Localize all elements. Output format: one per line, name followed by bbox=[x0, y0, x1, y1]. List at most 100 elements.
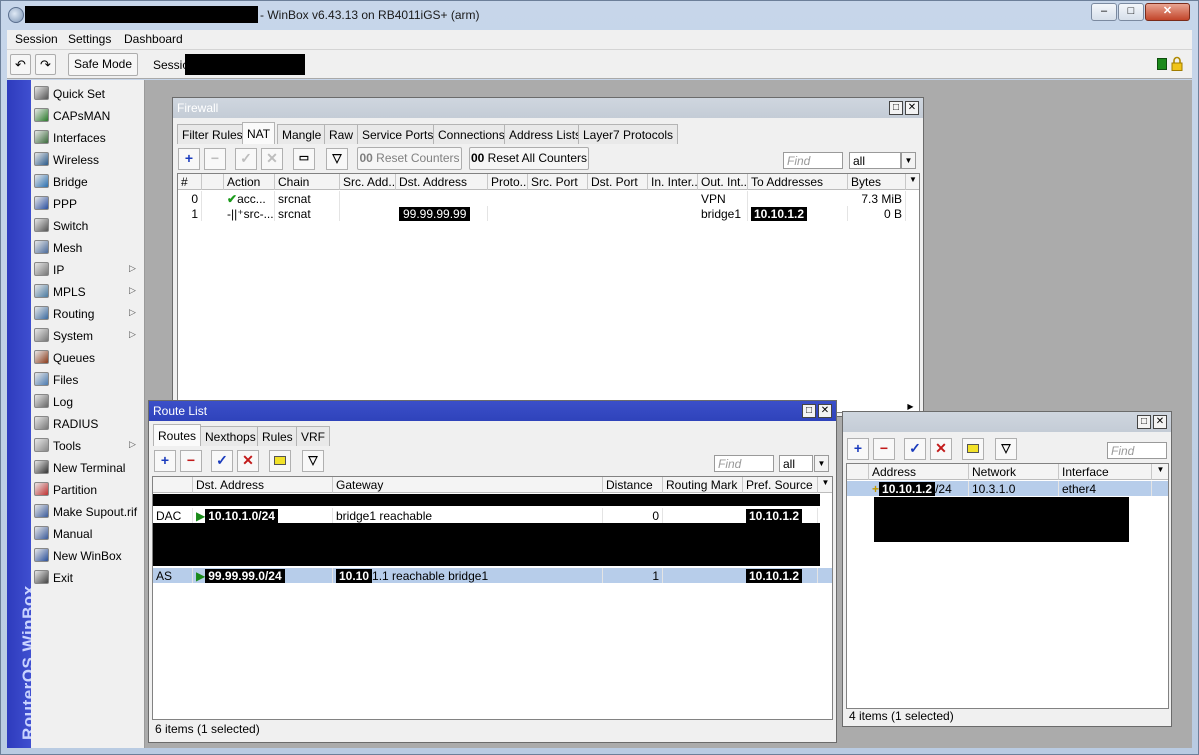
sidebar-item-capsman[interactable]: CAPsMAN bbox=[31, 104, 144, 126]
remove-address-button[interactable]: − bbox=[873, 438, 895, 460]
sidebar-item-manual[interactable]: Manual bbox=[31, 522, 144, 544]
routes-maximize-button[interactable]: □ bbox=[802, 404, 816, 418]
col-flags[interactable] bbox=[202, 174, 224, 190]
sidebar-item-make-supout-rif[interactable]: Make Supout.rif bbox=[31, 500, 144, 522]
tab-connections[interactable]: Connections bbox=[433, 124, 510, 144]
add-route-button[interactable]: + bbox=[154, 450, 176, 472]
tab-nexthops[interactable]: Nexthops bbox=[200, 426, 261, 446]
address-close-button[interactable]: ✕ bbox=[1153, 415, 1167, 429]
reset-all-counters-button[interactable]: 00 Reset All Counters bbox=[469, 147, 589, 170]
minimize-button[interactable]: – bbox=[1091, 3, 1117, 21]
sidebar-item-radius[interactable]: RADIUS bbox=[31, 412, 144, 434]
col-pref-source[interactable]: Pref. Source bbox=[743, 477, 818, 493]
firewall-maximize-button[interactable]: □ bbox=[889, 101, 903, 115]
col-dst-address[interactable]: Dst. Address bbox=[193, 477, 333, 493]
filter-button[interactable]: ▽ bbox=[326, 148, 348, 170]
firewall-find-input[interactable]: Find bbox=[783, 152, 843, 169]
firewall-filter-dropdown-icon[interactable]: ▼ bbox=[901, 152, 916, 169]
redo-button[interactable]: ↷ bbox=[35, 54, 56, 75]
sidebar-item-quick-set[interactable]: Quick Set bbox=[31, 82, 144, 104]
table-row[interactable]: 0 ✔acc... srcnat VPN 7.3 MiB bbox=[178, 191, 919, 206]
sidebar-item-new-terminal[interactable]: New Terminal bbox=[31, 456, 144, 478]
col-address[interactable]: Address bbox=[869, 464, 969, 480]
columns-dropdown-icon[interactable]: ▼ bbox=[906, 174, 919, 190]
route-columns-dropdown-icon[interactable]: ▼ bbox=[818, 477, 832, 493]
sidebar-item-system[interactable]: System ▷ bbox=[31, 324, 144, 346]
route-find-input[interactable]: Find bbox=[714, 455, 774, 472]
sidebar-item-tools[interactable]: Tools ▷ bbox=[31, 434, 144, 456]
address-columns-dropdown-icon[interactable]: ▼ bbox=[1152, 464, 1168, 480]
col-chain[interactable]: Chain bbox=[275, 174, 340, 190]
close-button[interactable]: ✕ bbox=[1145, 3, 1190, 21]
sidebar-item-partition[interactable]: Partition bbox=[31, 478, 144, 500]
address-find-input[interactable]: Find bbox=[1107, 442, 1167, 459]
menu-session[interactable]: Session bbox=[15, 32, 58, 46]
sidebar-item-ip[interactable]: IP ▷ bbox=[31, 258, 144, 280]
safe-mode-button[interactable]: Safe Mode bbox=[68, 53, 138, 76]
tab-routes[interactable]: Routes bbox=[153, 424, 202, 446]
col-dst-port[interactable]: Dst. Port bbox=[588, 174, 648, 190]
col-distance[interactable]: Distance bbox=[603, 477, 663, 493]
col-in-interface[interactable]: In. Inter... bbox=[648, 174, 698, 190]
address-filter-button[interactable]: ▽ bbox=[995, 438, 1017, 460]
tab-vrf[interactable]: VRF bbox=[296, 426, 330, 446]
menu-settings[interactable]: Settings bbox=[68, 32, 111, 46]
sidebar-item-ppp[interactable]: PPP bbox=[31, 192, 144, 214]
undo-button[interactable]: ↶ bbox=[10, 54, 31, 75]
tab-raw[interactable]: Raw bbox=[324, 124, 359, 144]
sidebar-item-exit[interactable]: Exit bbox=[31, 566, 144, 588]
route-filter-dropdown-icon[interactable]: ▼ bbox=[814, 455, 829, 472]
disable-rule-button[interactable]: ✕ bbox=[261, 148, 283, 170]
route-filter-button[interactable]: ▽ bbox=[302, 450, 324, 472]
tab-rules[interactable]: Rules bbox=[257, 426, 298, 446]
col-out-interface[interactable]: Out. Int... bbox=[698, 174, 748, 190]
tab-nat[interactable]: NAT bbox=[242, 122, 276, 144]
col-routing-mark[interactable]: Routing Mark bbox=[663, 477, 743, 493]
add-rule-button[interactable]: + bbox=[178, 148, 200, 170]
sidebar-item-log[interactable]: Log bbox=[31, 390, 144, 412]
menu-dashboard[interactable]: Dashboard bbox=[124, 32, 183, 46]
tab-service-ports[interactable]: Service Ports bbox=[357, 124, 439, 144]
routes-close-button[interactable]: ✕ bbox=[818, 404, 832, 418]
sidebar-item-interfaces[interactable]: Interfaces bbox=[31, 126, 144, 148]
tab-filter-rules[interactable]: Filter Rules bbox=[177, 124, 248, 144]
route-filter-select[interactable]: all bbox=[779, 455, 813, 472]
sidebar-item-files[interactable]: Files bbox=[31, 368, 144, 390]
table-row[interactable]: +10.10.1.2/24 10.3.1.0 ether4 bbox=[847, 481, 1168, 496]
col-flags[interactable] bbox=[153, 477, 193, 493]
col-flags[interactable] bbox=[847, 464, 869, 480]
firewall-close-button[interactable]: ✕ bbox=[905, 101, 919, 115]
remove-rule-button[interactable]: − bbox=[204, 148, 226, 170]
tab-mangle[interactable]: Mangle bbox=[277, 124, 327, 144]
col-interface[interactable]: Interface bbox=[1059, 464, 1152, 480]
sidebar-item-bridge[interactable]: Bridge bbox=[31, 170, 144, 192]
firewall-filter-select[interactable]: all bbox=[849, 152, 901, 169]
enable-rule-button[interactable]: ✓ bbox=[235, 148, 257, 170]
route-comment-button[interactable] bbox=[269, 450, 291, 472]
table-row[interactable]: AS ▶ 99.99.99.0/24 10.10 1.1 reachable bri… bbox=[153, 568, 832, 583]
col-gateway[interactable]: Gateway bbox=[333, 477, 603, 493]
col-bytes[interactable]: Bytes bbox=[848, 174, 906, 190]
sidebar-item-routing[interactable]: Routing ▷ bbox=[31, 302, 144, 324]
col-dst-address[interactable]: Dst. Address bbox=[396, 174, 488, 190]
col-action[interactable]: Action bbox=[224, 174, 275, 190]
comment-button[interactable]: ▭ bbox=[293, 148, 315, 170]
maximize-button[interactable]: □ bbox=[1118, 3, 1144, 21]
sidebar-item-mesh[interactable]: Mesh bbox=[31, 236, 144, 258]
table-row[interactable]: DAC ▶ 10.10.1.0/24 bridge1 reachable 0 10… bbox=[153, 508, 832, 523]
disable-address-button[interactable]: ✕ bbox=[930, 438, 952, 460]
sidebar-item-switch[interactable]: Switch bbox=[31, 214, 144, 236]
remove-route-button[interactable]: − bbox=[180, 450, 202, 472]
col-src-port[interactable]: Src. Port bbox=[528, 174, 588, 190]
disable-route-button[interactable]: ✕ bbox=[237, 450, 259, 472]
col-network[interactable]: Network bbox=[969, 464, 1059, 480]
sidebar-item-queues[interactable]: Queues bbox=[31, 346, 144, 368]
add-address-button[interactable]: + bbox=[847, 438, 869, 460]
table-row[interactable]: 1 -||⁺src-... srcnat 99.99.99.99 bridge1… bbox=[178, 206, 919, 221]
tab-layer7-protocols[interactable]: Layer7 Protocols bbox=[578, 124, 679, 144]
col-src-address[interactable]: Src. Add... bbox=[340, 174, 396, 190]
reset-counters-button[interactable]: 00 Reset Counters bbox=[357, 147, 462, 170]
address-maximize-button[interactable]: □ bbox=[1137, 415, 1151, 429]
col-to-addresses[interactable]: To Addresses bbox=[748, 174, 848, 190]
enable-route-button[interactable]: ✓ bbox=[211, 450, 233, 472]
